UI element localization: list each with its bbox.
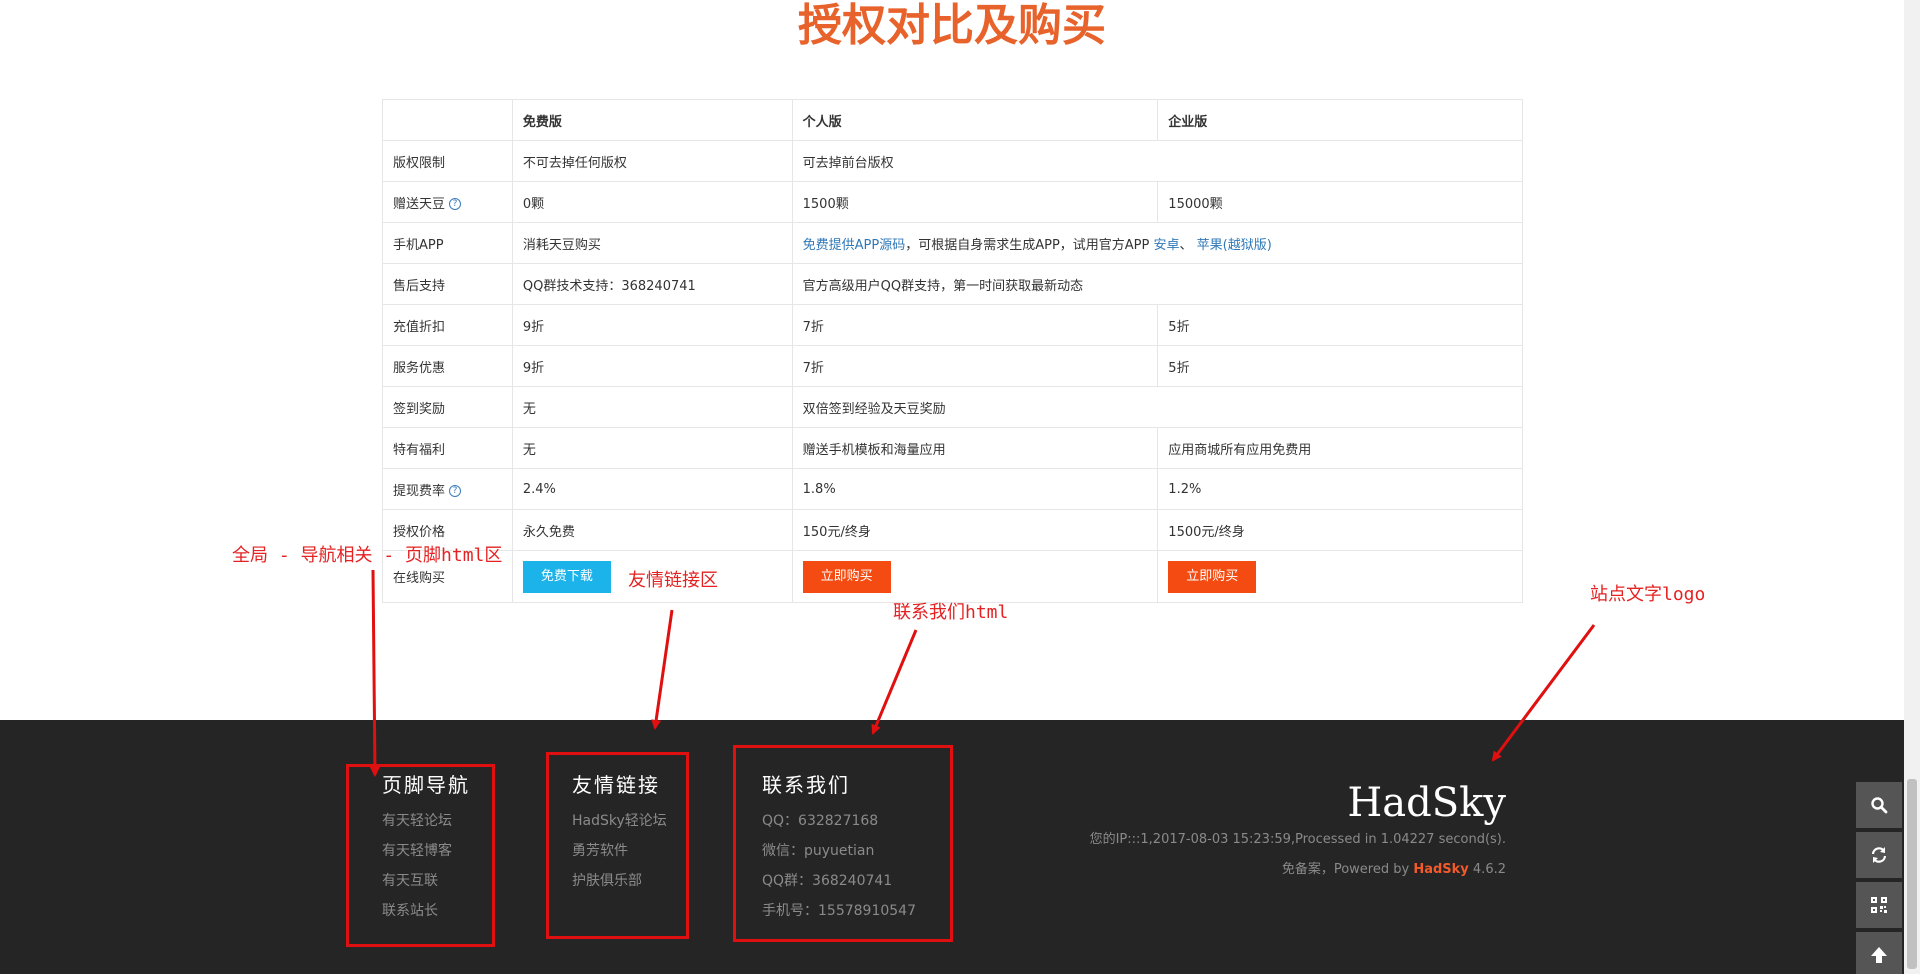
row-label-text: 赠送天豆 [393, 196, 446, 212]
cell-free: 9折 [511, 304, 793, 346]
license-comparison-table: 免费版 个人版 企业版 版权限制 不可去掉任何版权 可去掉前台版权 赠送天豆? … [382, 99, 1524, 603]
cell-personal-enterprise: 官方高级用户QQ群支持，第一时间获取最新动态 [791, 263, 1524, 305]
arrow-up-icon[interactable] [1856, 932, 1902, 974]
powered-prefix: 免备案，Powered by [1281, 862, 1414, 877]
buy-personal-button[interactable]: 立即购买 [802, 560, 891, 593]
cell-personal-enterprise: 可去掉前台版权 [791, 140, 1524, 182]
annotation-contact: 联系我们html [893, 602, 1009, 623]
cell-free: QQ群技术支持：368240741 [511, 263, 793, 305]
footer-runtime-info: 您的IP:::1,2017-08-03 15:23:59,Processed i… [1089, 832, 1506, 847]
annotation-box-footer-nav [346, 764, 495, 947]
annotation-box-contact [733, 745, 953, 942]
cell-enterprise: 5折 [1157, 345, 1523, 387]
table-row: 版权限制 不可去掉任何版权 可去掉前台版权 [382, 140, 1524, 182]
annotation-friend-links: 友情链接区 [628, 570, 718, 591]
cell-personal: 150元/终身 [791, 509, 1159, 551]
cell-enterprise: 1.2% [1157, 468, 1523, 510]
table-row: 特有福利 无 赠送手机模板和海量应用 应用商城所有应用免费用 [382, 427, 1523, 469]
cell-free: 无 [511, 427, 793, 469]
help-icon[interactable]: ? [449, 485, 462, 497]
page-scrollbar[interactable] [1904, 0, 1920, 974]
row-label: 签到奖励 [382, 386, 513, 428]
search-icon[interactable] [1856, 782, 1902, 828]
table-header-free: 免费版 [511, 99, 793, 141]
row-label: 服务优惠 [382, 345, 513, 387]
table-header-personal: 个人版 [791, 99, 1159, 141]
table-header-row: 免费版 个人版 企业版 [382, 99, 1523, 141]
android-link[interactable]: 安卓 [1154, 238, 1180, 253]
powered-link[interactable]: HadSky [1413, 862, 1468, 877]
page-title: 授权对比及购买 [798, 0, 1106, 51]
row-label: 赠送天豆? [382, 181, 513, 223]
table-row: 签到奖励 无 双倍签到经验及天豆奖励 [382, 386, 1524, 428]
app-source-link[interactable]: 免费提供APP源码 [803, 238, 906, 253]
cell-free: 消耗天豆购买 [511, 222, 793, 264]
cell-personal: 1500颗 [791, 181, 1159, 223]
table-row: 服务优惠 9折 7折 5折 [382, 345, 1523, 387]
cell-enterprise: 1500元/终身 [1157, 509, 1523, 551]
cell-free: 0颗 [511, 181, 793, 223]
separator: 、 [1179, 237, 1197, 253]
cell-personal: 7折 [791, 345, 1159, 387]
row-label: 手机APP [382, 222, 513, 264]
arrow-contact [871, 629, 918, 735]
row-label: 提现费率? [382, 468, 513, 510]
buy-enterprise-button[interactable]: 立即购买 [1168, 560, 1257, 593]
cell-personal: 1.8% [791, 468, 1159, 510]
cell-enterprise: 15000颗 [1157, 181, 1523, 223]
cell-personal-enterprise: 免费提供APP源码，可根据自身需求生成APP，试用官方APP 安卓、 苹果(越狱… [791, 222, 1524, 264]
table-row: 充值折扣 9折 7折 5折 [382, 304, 1523, 346]
row-label: 充值折扣 [382, 304, 513, 346]
floating-tools [1856, 782, 1902, 974]
table-header-enterprise: 企业版 [1157, 99, 1523, 141]
cell-free: 不可去掉任何版权 [511, 140, 793, 182]
footer-powered-by: 免备案，Powered by HadSky 4.6.2 [1282, 860, 1506, 880]
site-text-logo[interactable]: HadSky [1347, 780, 1506, 826]
cell-free: 永久免费 [511, 509, 793, 551]
table-row: 售后支持 QQ群技术支持：368240741 官方高级用户QQ群支持，第一时间获… [382, 263, 1524, 305]
powered-version: 4.6.2 [1468, 862, 1506, 877]
arrow-friend-links [651, 609, 674, 730]
free-download-button[interactable]: 免费下载 [522, 560, 611, 593]
cell-enterprise: 立即购买 [1157, 550, 1523, 603]
apple-link[interactable]: 苹果(越狱版) [1197, 238, 1272, 253]
table-row: 赠送天豆? 0颗 1500颗 15000颗 [382, 181, 1523, 223]
cell-enterprise: 5折 [1157, 304, 1523, 346]
scrollbar-thumb[interactable] [1907, 779, 1917, 969]
table-row: 授权价格 永久免费 150元/终身 1500元/终身 [382, 509, 1523, 551]
table-row: 手机APP 消耗天豆购买 免费提供APP源码，可根据自身需求生成APP，试用官方… [382, 222, 1524, 264]
cell-free: 无 [511, 386, 793, 428]
help-icon[interactable]: ? [449, 198, 462, 210]
row-label: 特有福利 [382, 427, 513, 469]
cell-free: 9折 [511, 345, 793, 387]
row-label-text: 提现费率 [393, 483, 446, 499]
cell-personal: 立即购买 [791, 550, 1159, 603]
table-row: 提现费率? 2.4% 1.8% 1.2% [382, 468, 1523, 510]
row-label: 版权限制 [382, 140, 513, 182]
cell-personal: 赠送手机模板和海量应用 [791, 427, 1159, 469]
annotation-site-logo: 站点文字logo [1590, 584, 1706, 605]
cell-enterprise: 应用商城所有应用免费用 [1157, 427, 1523, 469]
annotation-box-friend-links [546, 752, 689, 939]
annotation-global-footer: 全局 - 导航相关 - 页脚html区 [232, 545, 503, 566]
app-description: ，可根据自身需求生成APP，试用官方APP [905, 237, 1154, 253]
table-row-buy: 在线购买 免费下载 立即购买 立即购买 [382, 550, 1523, 603]
cell-personal: 7折 [791, 304, 1159, 346]
qrcode-icon[interactable] [1856, 882, 1902, 928]
table-header-cell [382, 99, 513, 141]
page: 授权对比及购买 免费版 个人版 企业版 版权限制 不可去掉任何版权 可去掉前台版… [0, 0, 1920, 974]
refresh-icon[interactable] [1856, 832, 1902, 878]
cell-free: 2.4% [511, 468, 793, 510]
cell-personal-enterprise: 双倍签到经验及天豆奖励 [791, 386, 1524, 428]
row-label: 售后支持 [382, 263, 513, 305]
